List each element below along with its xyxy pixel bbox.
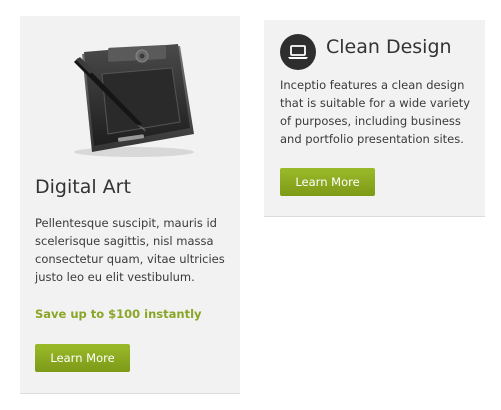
learn-more-button[interactable]: Learn More [280,168,375,196]
card-title: Digital Art [35,176,131,198]
promo-text: Save up to $100 instantly [35,307,202,321]
drawing-tablet-illustration [74,44,194,157]
feature-card-digital-art: Digital Art Pellentesque suscipit, mauri… [20,16,240,394]
card-title: Clean Design [326,36,452,58]
laptop-icon [280,34,316,70]
learn-more-button[interactable]: Learn More [35,344,130,372]
card-description: Inceptio features a clean design that is… [280,78,471,146]
feature-card-clean-design: Clean Design Inceptio features a clean d… [264,20,485,217]
card-description: Pellentesque suscipit, mauris id sceleri… [35,216,225,284]
